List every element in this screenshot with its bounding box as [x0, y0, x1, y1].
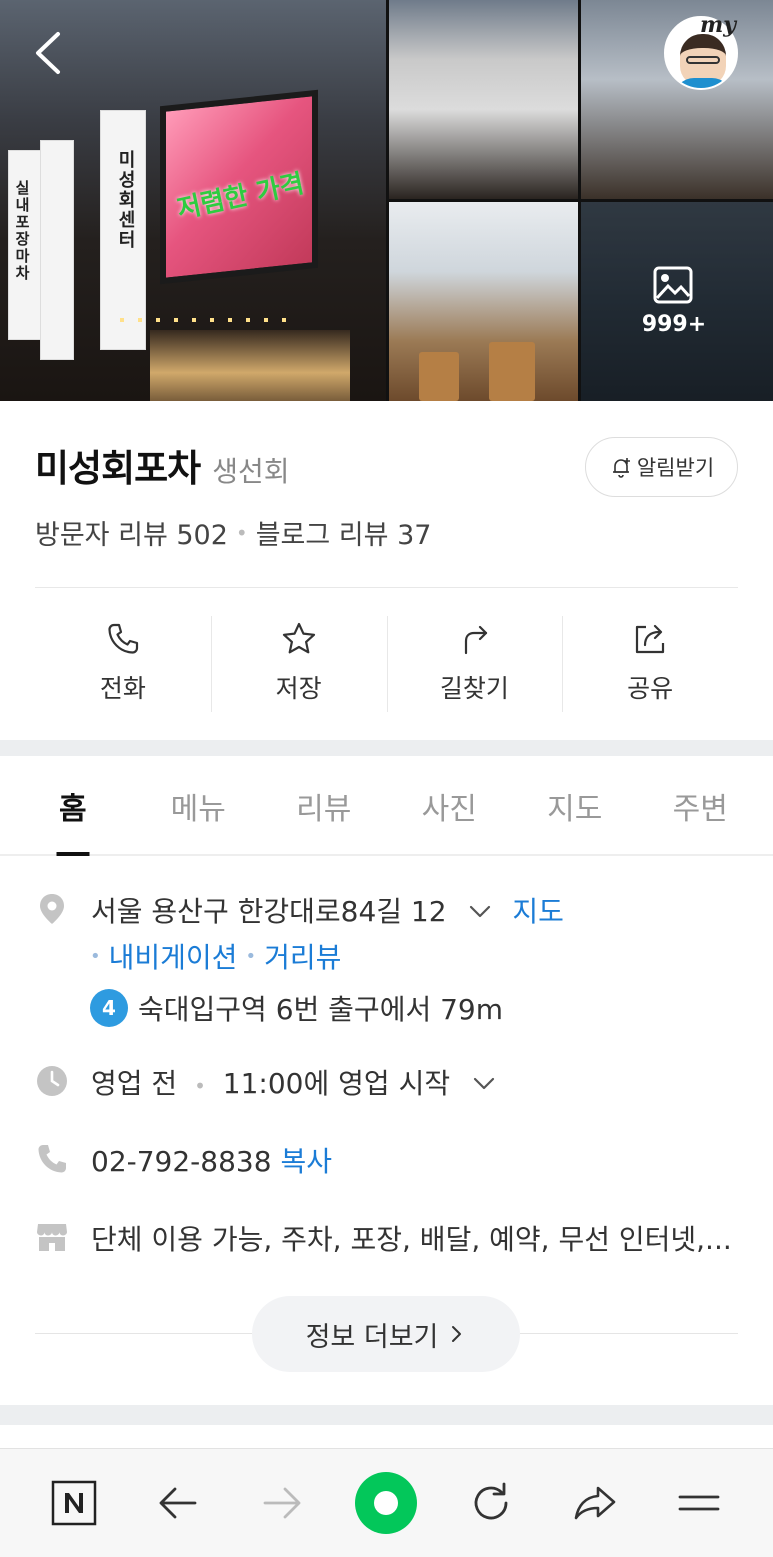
divider [35, 587, 738, 588]
visitor-reviews-link[interactable]: 방문자 리뷰 502 [35, 513, 228, 552]
photo-lights [120, 318, 290, 322]
subway-line-badge: 4 [90, 989, 128, 1027]
chevron-down-icon[interactable] [467, 898, 493, 924]
hamburger-icon [678, 1495, 720, 1511]
address-text: 서울 용산구 한강대로84길 12 [91, 895, 447, 928]
clock-icon [37, 1066, 67, 1096]
share-label: 공유 [627, 673, 674, 703]
more-info-button[interactable]: 정보 더보기 [252, 1296, 520, 1372]
facilities-row[interactable]: 단체 이용 가능, 주차, 포장, 배달, 예약, 무선 인터넷,... [35, 1220, 732, 1260]
share-page-button[interactable] [563, 1471, 627, 1535]
chevron-right-icon [452, 1326, 462, 1342]
photo-chair [489, 342, 535, 401]
photo-banner [40, 140, 74, 360]
back-nav-button[interactable] [146, 1471, 210, 1535]
arrow-left-icon [159, 1487, 197, 1519]
refresh-button[interactable] [459, 1471, 523, 1535]
tab-map[interactable]: 지도 [512, 756, 638, 854]
phone-filled-icon [38, 1145, 66, 1173]
green-dot-icon [355, 1472, 418, 1534]
bullet-dot: • [90, 945, 101, 967]
forward-nav-button[interactable] [250, 1471, 314, 1535]
directions-icon [465, 625, 488, 654]
address-row: 서울 용산구 한강대로84길 12 지도 [35, 892, 564, 932]
save-label: 저장 [275, 673, 322, 703]
bullet-dot: • [245, 945, 257, 967]
avatar-glasses [686, 56, 720, 64]
separator-dot: • [235, 520, 248, 545]
bell-plus-icon [612, 458, 630, 478]
subway-info: 4 숙대입구역 6번 출구에서 79m [90, 988, 503, 1028]
chevron-left-icon [36, 32, 60, 74]
navigation-link[interactable]: 내비게이션 [109, 936, 238, 976]
browser-bottom-bar [0, 1448, 773, 1557]
photo-storefront [150, 330, 350, 401]
streetview-link[interactable]: 거리뷰 [264, 936, 341, 976]
location-pin-icon [40, 894, 64, 924]
home-button[interactable] [354, 1471, 418, 1535]
call-label: 전화 [99, 673, 146, 703]
star-icon [282, 622, 315, 653]
copy-phone-link[interactable]: 복사 [280, 1145, 332, 1178]
phone-row: 02-792-8838 복사 [35, 1142, 332, 1182]
forward-share-icon [574, 1486, 616, 1520]
facilities-text: 단체 이용 가능, 주차, 포장, 배달, 예약, 무선 인터넷,... [91, 1223, 732, 1256]
place-name: 미성회포차 [35, 447, 201, 490]
my-label: my [700, 12, 737, 38]
tab-reviews[interactable]: 리뷰 [261, 756, 387, 854]
refresh-icon [474, 1482, 508, 1520]
back-button[interactable] [28, 28, 72, 78]
photo-chair [419, 352, 459, 401]
tab-home[interactable]: 홈 [10, 756, 136, 854]
directions-label: 길찾기 [439, 673, 509, 703]
store-icon [37, 1224, 67, 1251]
photo-banner-text: 실내포장마차 [13, 180, 31, 282]
photo-count: 999+ [641, 312, 707, 337]
photo-banner-text: 미성회센터 [115, 150, 136, 250]
more-info-label: 정보 더보기 [305, 1321, 439, 1353]
chevron-down-icon[interactable] [471, 1070, 497, 1096]
menu-button[interactable] [667, 1471, 731, 1535]
phone-icon [108, 623, 138, 654]
notify-button[interactable]: 알림받기 [585, 437, 738, 497]
title-row: 미성회포차 생선회 [35, 438, 289, 492]
section-separator [0, 1405, 773, 1425]
subway-text: 숙대입구역 6번 출구에서 79m [138, 993, 504, 1026]
map-link[interactable]: 지도 [512, 895, 564, 928]
separator-dot: • [194, 1074, 206, 1098]
tab-bar: 홈 메뉴 리뷰 사진 지도 주변 [0, 756, 773, 856]
more-photos-overlay[interactable]: 999+ [581, 202, 773, 401]
photo-gallery: 실내포장마차 미성회센터 저렴한 가격 999+ my [0, 0, 773, 401]
section-separator [0, 740, 773, 756]
hours-row[interactable]: 영업 전 • 11:00에 영업 시작 [35, 1064, 507, 1106]
thumbnail-photo[interactable] [389, 202, 578, 401]
image-icon [653, 266, 693, 304]
hours-text: 11:00에 영업 시작 [222, 1067, 451, 1100]
tab-nearby[interactable]: 주변 [638, 756, 764, 854]
review-summary: 방문자 리뷰 502 • 블로그 리뷰 37 [35, 513, 431, 552]
place-detail-page: 실내포장마차 미성회센터 저렴한 가격 999+ my 미성회포차 생선회 알림… [0, 0, 773, 1557]
share-icon [636, 624, 665, 653]
naver-n-icon [51, 1480, 97, 1526]
tab-photos[interactable]: 사진 [387, 756, 513, 854]
save-button[interactable]: 저장 [210, 610, 387, 715]
share-button[interactable]: 공유 [562, 610, 738, 715]
phone-number[interactable]: 02-792-8838 [91, 1145, 272, 1178]
place-category: 생선회 [212, 455, 290, 488]
notify-label: 알림받기 [636, 456, 715, 480]
thumbnail-photo[interactable] [389, 0, 578, 199]
arrow-right-icon [263, 1487, 301, 1519]
naver-n-button[interactable] [42, 1471, 106, 1535]
address-sub-links: • 내비게이션 • 거리뷰 [90, 936, 341, 976]
action-bar: 전화 저장 길찾기 공유 [35, 610, 738, 715]
tab-menu[interactable]: 메뉴 [136, 756, 262, 854]
directions-button[interactable]: 길찾기 [386, 610, 563, 715]
hours-status: 영업 전 [91, 1067, 178, 1100]
call-button[interactable]: 전화 [35, 610, 211, 715]
blog-reviews-link[interactable]: 블로그 리뷰 37 [256, 513, 432, 552]
